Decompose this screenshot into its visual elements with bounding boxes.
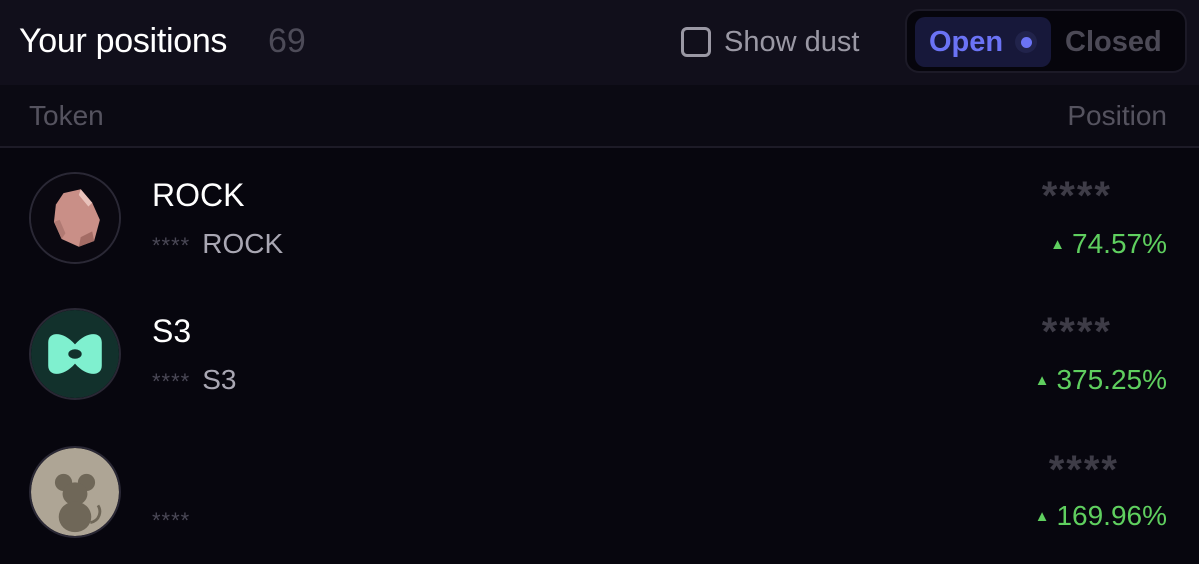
- change-value: 74.57%: [1072, 228, 1167, 259]
- table-row[interactable]: **** **** ▲ 169.96%: [0, 422, 1199, 558]
- table-row[interactable]: ROCK **** ROCK **** ▲ 74.57%: [0, 150, 1199, 286]
- token-amount: ****: [152, 508, 202, 534]
- position-change: ▲ 74.57%: [1050, 228, 1167, 260]
- hidden-amount: ****: [152, 508, 191, 533]
- token-amount: **** ROCK: [152, 228, 283, 260]
- show-dust-toggle[interactable]: Show dust: [681, 24, 859, 60]
- tab-open[interactable]: Open: [915, 17, 1051, 67]
- s3-token-icon: [29, 308, 121, 400]
- hidden-position-value: ****: [1041, 174, 1112, 218]
- token-symbol: ROCK: [202, 228, 284, 259]
- page-title: Your positions: [19, 22, 228, 60]
- change-value: 169.96%: [1056, 500, 1167, 531]
- up-triangle-icon: ▲: [1034, 507, 1050, 525]
- show-dust-label: Show dust: [724, 25, 860, 58]
- rock-token-icon: [29, 172, 121, 264]
- column-header-position: Position: [1067, 100, 1167, 131]
- position-change: ▲ 375.25%: [1035, 364, 1167, 396]
- show-dust-checkbox[interactable]: [681, 27, 711, 57]
- tab-open-label: Open: [929, 25, 1004, 58]
- tab-closed[interactable]: Closed: [1065, 17, 1162, 67]
- token-name: S3: [152, 313, 192, 349]
- change-value: 375.25%: [1056, 364, 1167, 395]
- positions-header: Your positions 69 Show dust Open Closed: [0, 0, 1199, 85]
- up-triangle-icon: ▲: [1050, 235, 1066, 253]
- token-name: ROCK: [152, 177, 245, 213]
- mouse-token-icon: [29, 446, 121, 538]
- hidden-amount: ****: [152, 369, 191, 394]
- hidden-amount: ****: [152, 233, 191, 258]
- token-amount: **** S3: [152, 364, 237, 396]
- hidden-position-value: ****: [1048, 448, 1119, 492]
- positions-count: 69: [268, 22, 306, 60]
- open-closed-switch: Open Closed: [905, 9, 1187, 73]
- position-change: ▲ 169.96%: [1035, 500, 1167, 532]
- table-row[interactable]: S3 **** S3 **** ▲ 375.25%: [0, 286, 1199, 422]
- column-header-token: Token: [29, 100, 104, 131]
- hidden-position-value: ****: [1041, 310, 1112, 354]
- positions-panel: Your positions 69 Show dust Open Closed …: [0, 0, 1199, 564]
- up-triangle-icon: ▲: [1034, 371, 1050, 389]
- table-header: Token Position: [0, 85, 1199, 148]
- token-symbol: S3: [202, 364, 237, 395]
- active-dot-icon: [1015, 31, 1038, 53]
